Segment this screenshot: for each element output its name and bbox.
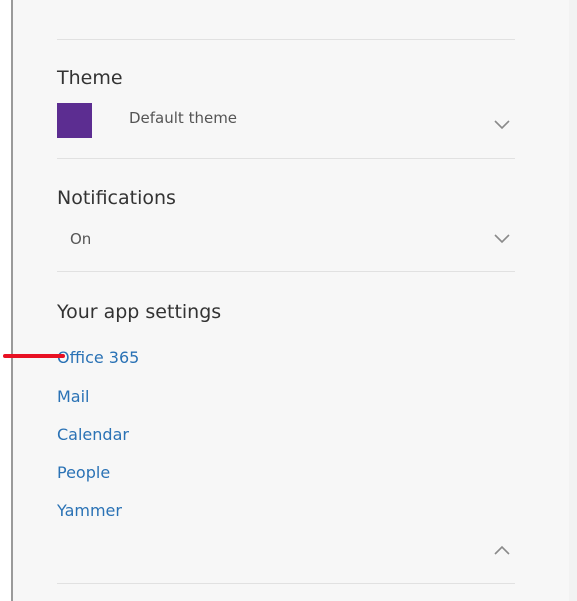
notifications-heading: Notifications: [57, 187, 176, 209]
app-settings-heading: Your app settings: [57, 301, 222, 323]
theme-heading: Theme: [57, 67, 123, 89]
mail-link[interactable]: Mail: [57, 387, 90, 407]
people-link[interactable]: People: [57, 463, 110, 483]
divider-theme: [57, 158, 515, 159]
red-arrow-annotation-icon: [3, 354, 65, 358]
divider-notifications: [57, 271, 515, 272]
calendar-link[interactable]: Calendar: [57, 425, 129, 445]
notifications-dropdown[interactable]: [57, 222, 515, 256]
yammer-link[interactable]: Yammer: [57, 501, 122, 521]
notifications-selected-value: On: [70, 230, 92, 248]
chevron-down-icon[interactable]: [494, 234, 510, 244]
chevron-down-icon[interactable]: [494, 120, 510, 130]
window-edge: [0, 0, 11, 601]
divider-bottom: [57, 583, 515, 584]
theme-selected-value: Default theme: [129, 109, 238, 127]
theme-dropdown[interactable]: [57, 100, 515, 142]
scrollbar-track[interactable]: [569, 0, 577, 601]
divider-top: [57, 39, 515, 40]
office-365-link[interactable]: Office 365: [57, 348, 139, 368]
theme-color-swatch: [57, 103, 92, 138]
chevron-up-icon[interactable]: [494, 545, 510, 555]
